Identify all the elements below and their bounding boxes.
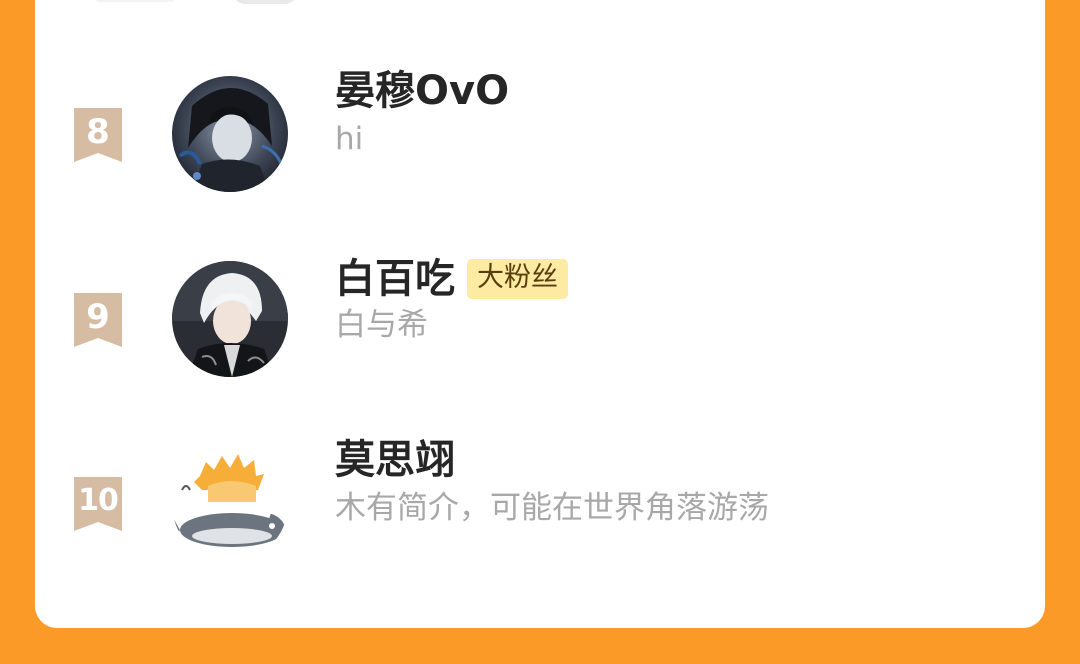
list-item[interactable]: 10 莫思翊 木有简介，可能在世界角落游荡 — [35, 437, 1045, 568]
rank-number: 10 — [78, 483, 119, 518]
name-line: 晏穆OvO — [335, 66, 509, 116]
user-name[interactable]: 白百吃 — [335, 254, 455, 304]
rank-ribbon-icon: 9 — [72, 293, 124, 347]
user-bio: 白与希 — [335, 307, 428, 343]
avatar[interactable] — [172, 261, 288, 377]
rank-number: 8 — [86, 112, 110, 152]
fan-level-badge: 大粉丝 — [467, 259, 568, 299]
avatar[interactable] — [172, 446, 288, 562]
user-name[interactable]: 晏穆OvO — [335, 66, 509, 116]
ranking-card: 8 晏穆OvO hi 9 白百吃 大粉丝 白与希 10 莫思翊 木有简介，可能在… — [35, 0, 1045, 628]
rank-number: 9 — [86, 297, 110, 337]
rank-ribbon-icon: 10 — [72, 477, 124, 531]
user-bio: 木有简介，可能在世界角落游荡 — [335, 490, 769, 526]
user-name[interactable]: 莫思翊 — [335, 435, 455, 485]
name-line: 莫思翊 — [335, 435, 455, 485]
list-item[interactable]: 8 晏穆OvO hi — [35, 68, 1045, 195]
list-item[interactable]: 9 白百吃 大粉丝 白与希 — [35, 256, 1045, 381]
fan-ranking-page: 8 晏穆OvO hi 9 白百吃 大粉丝 白与希 10 莫思翊 木有简介，可能在… — [0, 0, 1080, 664]
previous-entry-fragment — [95, 0, 175, 2]
user-bio: hi — [335, 121, 364, 157]
previous-avatar-fragment — [233, 0, 297, 4]
name-line: 白百吃 大粉丝 — [335, 254, 568, 304]
rank-ribbon-icon: 8 — [72, 108, 124, 162]
avatar[interactable] — [172, 76, 288, 192]
